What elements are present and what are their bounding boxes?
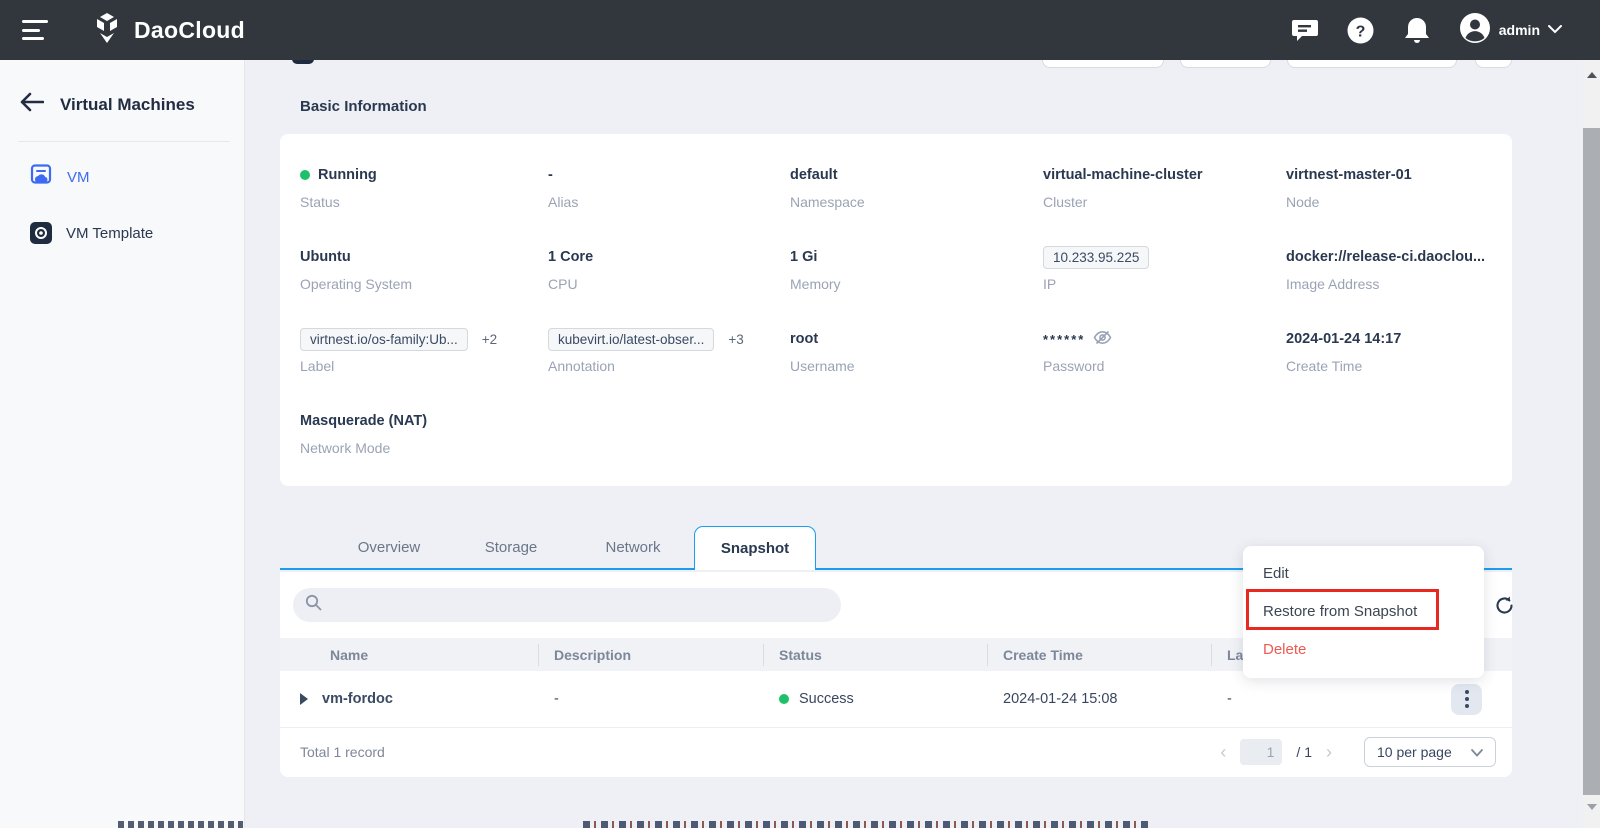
snapshot-status: Success [763, 691, 987, 707]
row-actions-context-menu: Edit Restore from Snapshot Delete [1243, 546, 1484, 678]
tab-storage[interactable]: Storage [450, 526, 572, 568]
tab-snapshot[interactable]: Snapshot [694, 526, 816, 570]
row-actions-kebab-button[interactable] [1451, 684, 1482, 715]
snapshot-create-time: 2024-01-24 15:08 [987, 691, 1211, 707]
snapshot-name: vm-fordoc [322, 691, 393, 707]
header-actions: ? admin [1291, 12, 1562, 49]
field-operating-system: Ubuntu Operating System [300, 246, 548, 292]
scrollbar-down-arrow[interactable] [1583, 798, 1600, 816]
snapshot-last-value: - [1227, 691, 1232, 707]
total-records-label: Total 1 record [300, 744, 385, 760]
basic-information-title: Basic Information [300, 98, 427, 115]
pagination: ‹ / 1 › 10 per page [1220, 737, 1496, 767]
table-footer: Total 1 record ‹ / 1 › 10 per page [280, 728, 1512, 776]
column-description[interactable]: Description [538, 647, 763, 663]
menu-item-delete[interactable]: Delete [1243, 630, 1484, 668]
tab-network[interactable]: Network [572, 526, 694, 568]
sidebar-item-label: VM Template [66, 225, 153, 242]
back-arrow-icon[interactable] [20, 92, 44, 117]
brand-name: DaoCloud [134, 17, 245, 44]
field-memory: 1 Gi Memory [790, 246, 1043, 292]
sidebar-item-vm-template[interactable]: VM Template [0, 206, 244, 260]
basic-information-card: Running Status - Alias default Namespace… [280, 134, 1512, 486]
running-status-dot [300, 170, 310, 180]
scrollbar-thumb[interactable] [1583, 128, 1600, 795]
eye-off-icon[interactable] [1093, 330, 1112, 349]
vm-icon [30, 164, 53, 190]
field-cluster: virtual-machine-cluster Cluster [1043, 164, 1286, 210]
vertical-scrollbar[interactable] [1583, 60, 1600, 828]
chevron-down-icon [1471, 744, 1483, 760]
notification-bell-icon[interactable] [1403, 16, 1431, 44]
field-label: virtnest.io/os-family:Ub...+2 Label [300, 328, 548, 374]
chevron-down-icon [1548, 21, 1562, 39]
snapshot-description: - [538, 691, 763, 707]
page-total-label: / 1 [1296, 744, 1312, 760]
app-window: DaoCloud ? admin [0, 0, 1600, 828]
table-row[interactable]: vm-fordoc - Success 2024-01-24 15:08 - [280, 671, 1512, 728]
sidebar-title: Virtual Machines [60, 95, 195, 115]
next-page-icon[interactable]: › [1326, 743, 1332, 761]
field-image-address: docker://release-ci.daoclou... Image Add… [1286, 246, 1492, 292]
svg-text:?: ? [1356, 23, 1366, 40]
field-status: Running Status [300, 164, 548, 210]
main-content: Basic Information Running Status - Alias… [245, 60, 1583, 828]
prev-page-icon[interactable]: ‹ [1220, 743, 1226, 761]
username-label: admin [1499, 22, 1540, 38]
page-size-select[interactable]: 10 per page [1364, 737, 1496, 767]
avatar-icon [1459, 12, 1491, 49]
field-alias: - Alias [548, 164, 790, 210]
success-status-dot [779, 694, 789, 704]
search-icon [305, 594, 322, 616]
column-name[interactable]: Name [280, 647, 538, 663]
tab-overview[interactable]: Overview [328, 526, 450, 568]
annotation-chip[interactable]: kubevirt.io/latest-obser... [548, 328, 714, 351]
label-chip[interactable]: virtnest.io/os-family:Ub... [300, 328, 468, 351]
row-expand-icon[interactable] [300, 693, 308, 705]
field-password: ****** Password [1043, 328, 1286, 374]
message-icon[interactable] [1291, 16, 1319, 44]
snapshot-search-input[interactable] [293, 588, 841, 622]
column-status[interactable]: Status [763, 647, 987, 663]
help-icon[interactable]: ? [1347, 16, 1375, 44]
menu-item-restore-from-snapshot[interactable]: Restore from Snapshot [1243, 592, 1484, 630]
menu-item-edit[interactable]: Edit [1243, 554, 1484, 592]
sidebar: Virtual Machines VM VM Template [0, 60, 245, 828]
scrollbar-up-arrow[interactable] [1583, 66, 1600, 84]
sidebar-divider [18, 141, 230, 142]
label-more-count[interactable]: +2 [482, 332, 497, 347]
field-ip: 10.233.95.225 IP [1043, 246, 1286, 292]
daocloud-cube-icon [90, 11, 124, 50]
sidebar-item-vm[interactable]: VM [0, 148, 244, 206]
sidebar-clipped-content [118, 821, 243, 828]
page-number-input[interactable] [1240, 739, 1282, 765]
sidebar-item-label: VM [67, 169, 90, 186]
column-create-time[interactable]: Create Time [987, 647, 1211, 663]
refresh-icon[interactable] [1492, 593, 1516, 617]
field-annotation: kubevirt.io/latest-obser...+3 Annotation [548, 328, 790, 374]
hamburger-menu-icon[interactable] [22, 20, 50, 40]
user-menu[interactable]: admin [1459, 12, 1562, 49]
clipped-bottom-content [583, 821, 1149, 828]
annotation-more-count[interactable]: +3 [728, 332, 743, 347]
field-create-time: 2024-01-24 14:17 Create Time [1286, 328, 1492, 374]
field-namespace: default Namespace [790, 164, 1043, 210]
brand-logo[interactable]: DaoCloud [90, 11, 245, 50]
field-node: virtnest-master-01 Node [1286, 164, 1492, 210]
field-network-mode: Masquerade (NAT) Network Mode [300, 410, 548, 456]
field-username: root Username [790, 328, 1043, 374]
ip-chip[interactable]: 10.233.95.225 [1043, 246, 1149, 269]
field-cpu: 1 Core CPU [548, 246, 790, 292]
sidebar-header: Virtual Machines [0, 60, 244, 117]
top-header: DaoCloud ? admin [0, 0, 1600, 60]
vm-template-icon [30, 222, 52, 244]
